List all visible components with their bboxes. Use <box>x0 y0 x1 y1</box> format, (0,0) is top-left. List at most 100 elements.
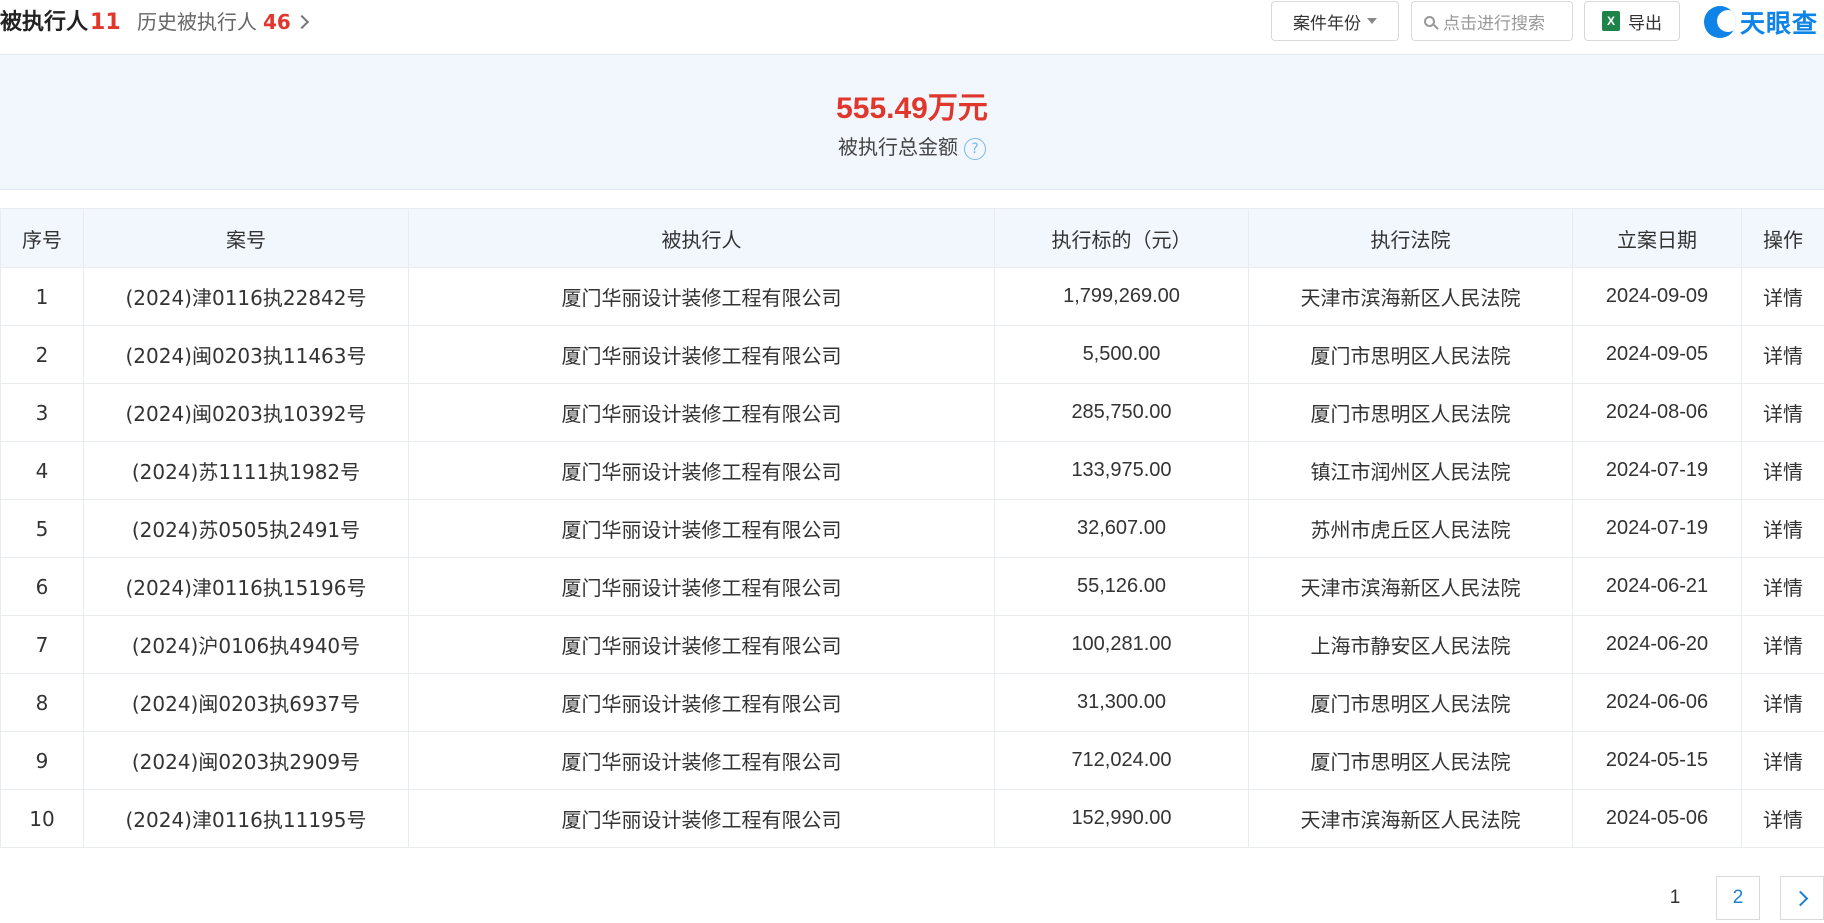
table-row: 4 (2024)苏1111执1982号 厦门华丽设计装修工程有限公司 133,975.… <box>0 441 1824 500</box>
details-link[interactable]: 详情 <box>1741 267 1824 326</box>
party-name-link[interactable]: 厦门华丽设计装修工程有限公司 <box>408 267 995 326</box>
party-name-link[interactable]: 厦门华丽设计装修工程有限公司 <box>408 499 995 558</box>
amount-cell: 712,024.00 <box>994 731 1249 790</box>
amount-cell: 55,126.00 <box>994 557 1249 616</box>
filing-date-cell: 2024-07-19 <box>1572 441 1742 500</box>
export-label: 导出 <box>1628 13 1662 34</box>
filing-date-cell: 2024-06-06 <box>1572 673 1742 732</box>
amount-cell: 100,281.00 <box>994 615 1249 674</box>
column-header-court: 执行法院 <box>1248 208 1573 268</box>
case-number-link[interactable]: (2024)闽0203执11463号 <box>83 325 409 384</box>
party-name-link[interactable]: 厦门华丽设计装修工程有限公司 <box>408 325 995 384</box>
details-link[interactable]: 详情 <box>1741 383 1824 442</box>
case-number-link[interactable]: (2024)沪0106执4940号 <box>83 615 409 674</box>
details-link[interactable]: 详情 <box>1741 789 1824 848</box>
amount-cell: 32,607.00 <box>994 499 1249 558</box>
case-number-link[interactable]: (2024)苏0505执2491号 <box>83 499 409 558</box>
details-link[interactable]: 详情 <box>1741 441 1824 500</box>
year-filter-label: 案件年份 <box>1293 13 1361 34</box>
details-link[interactable]: 详情 <box>1741 557 1824 616</box>
filing-date-cell: 2024-06-21 <box>1572 557 1742 616</box>
search-input[interactable]: 点击进行搜索 <box>1411 1 1573 41</box>
history-label: 历史被执行人 <box>137 10 257 34</box>
export-button[interactable]: X 导出 <box>1584 1 1680 41</box>
history-link[interactable]: 历史被执行人 46 <box>137 6 309 35</box>
total-amount-label: 被执行总金额 <box>838 135 958 159</box>
party-name-link[interactable]: 厦门华丽设计装修工程有限公司 <box>408 789 995 848</box>
filing-date-cell: 2024-07-19 <box>1572 499 1742 558</box>
table-row: 8 (2024)闽0203执6937号 厦门华丽设计装修工程有限公司 31,300.0… <box>0 673 1824 732</box>
court-cell: 厦门市思明区人民法院 <box>1248 673 1573 732</box>
filing-date-cell: 2024-08-06 <box>1572 383 1742 442</box>
total-amount: 555.49万元 <box>836 92 988 125</box>
court-cell: 镇江市润州区人民法院 <box>1248 441 1573 500</box>
row-index: 4 <box>0 441 84 500</box>
column-header-party: 被执行人 <box>408 208 995 268</box>
column-header-action: 操作 <box>1741 208 1824 268</box>
case-number-link[interactable]: (2024)津0116执22842号 <box>83 267 409 326</box>
search-icon <box>1424 15 1435 27</box>
page-title[interactable]: 被执行人11 <box>0 4 121 36</box>
page-2-button[interactable]: 2 <box>1716 876 1760 920</box>
party-name-link[interactable]: 厦门华丽设计装修工程有限公司 <box>408 673 995 732</box>
chevron-right-icon <box>1792 890 1808 906</box>
page-title-count: 11 <box>90 10 121 35</box>
case-number-link[interactable]: (2024)闽0203执2909号 <box>83 731 409 790</box>
filing-date-cell: 2024-06-20 <box>1572 615 1742 674</box>
details-link[interactable]: 详情 <box>1741 499 1824 558</box>
toolbar: 被执行人11 历史被执行人 46 案件年份 点击进行搜索 X 导出 天眼查 <box>0 0 1824 54</box>
amount-cell: 152,990.00 <box>994 789 1249 848</box>
column-header-date: 立案日期 <box>1572 208 1742 268</box>
row-index: 7 <box>0 615 84 674</box>
details-link[interactable]: 详情 <box>1741 325 1824 384</box>
brand-logo-icon <box>1704 6 1736 38</box>
next-page-button[interactable] <box>1780 876 1824 920</box>
case-number-link[interactable]: (2024)津0116执15196号 <box>83 557 409 616</box>
party-name-link[interactable]: 厦门华丽设计装修工程有限公司 <box>408 383 995 442</box>
search-placeholder: 点击进行搜索 <box>1443 13 1545 34</box>
row-index: 1 <box>0 267 84 326</box>
amount-cell: 5,500.00 <box>994 325 1249 384</box>
court-cell: 苏州市虎丘区人民法院 <box>1248 499 1573 558</box>
party-name-link[interactable]: 厦门华丽设计装修工程有限公司 <box>408 615 995 674</box>
amount-cell: 31,300.00 <box>994 673 1249 732</box>
details-link[interactable]: 详情 <box>1741 615 1824 674</box>
court-cell: 厦门市思明区人民法院 <box>1248 731 1573 790</box>
help-icon[interactable]: ? <box>964 138 986 160</box>
court-cell: 天津市滨海新区人民法院 <box>1248 789 1573 848</box>
table-row: 6 (2024)津0116执15196号 厦门华丽设计装修工程有限公司 55,126.… <box>0 557 1824 616</box>
brand-name: 天眼查 <box>1740 9 1819 38</box>
court-cell: 厦门市思明区人民法院 <box>1248 383 1573 442</box>
chevron-right-icon <box>294 14 309 30</box>
filing-date-cell: 2024-05-15 <box>1572 731 1742 790</box>
column-header-index: 序号 <box>0 208 84 268</box>
court-cell: 天津市滨海新区人民法院 <box>1248 267 1573 326</box>
row-index: 10 <box>0 789 84 848</box>
column-header-amount: 执行标的（元） <box>994 208 1249 268</box>
case-number-link[interactable]: (2024)苏1111执1982号 <box>83 441 409 500</box>
year-filter-dropdown[interactable]: 案件年份 <box>1271 1 1399 41</box>
details-link[interactable]: 详情 <box>1741 731 1824 790</box>
table-row: 5 (2024)苏0505执2491号 厦门华丽设计装修工程有限公司 32,607.0… <box>0 499 1824 558</box>
summary-panel: 555.49万元 被执行总金额? <box>0 54 1824 190</box>
row-index: 6 <box>0 557 84 616</box>
history-count: 46 <box>263 10 291 34</box>
party-name-link[interactable]: 厦门华丽设计装修工程有限公司 <box>408 557 995 616</box>
table-row: 10 (2024)津0116执11195号 厦门华丽设计装修工程有限公司 152,99… <box>0 789 1824 848</box>
amount-cell: 285,750.00 <box>994 383 1249 442</box>
court-cell: 上海市静安区人民法院 <box>1248 615 1573 674</box>
case-number-link[interactable]: (2024)闽0203执6937号 <box>83 673 409 732</box>
case-number-link[interactable]: (2024)津0116执11195号 <box>83 789 409 848</box>
party-name-link[interactable]: 厦门华丽设计装修工程有限公司 <box>408 731 995 790</box>
amount-cell: 133,975.00 <box>994 441 1249 500</box>
row-index: 3 <box>0 383 84 442</box>
enforcement-table: 序号 案号 被执行人 执行标的（元） 执行法院 立案日期 操作 1 (2024)津… <box>0 208 1824 848</box>
case-number-link[interactable]: (2024)闽0203执10392号 <box>83 383 409 442</box>
brand-logo: 天眼查 <box>1704 4 1818 40</box>
excel-icon: X <box>1602 11 1620 31</box>
column-header-case-no: 案号 <box>83 208 409 268</box>
details-link[interactable]: 详情 <box>1741 673 1824 732</box>
page-1-button[interactable]: 1 <box>1657 876 1693 920</box>
party-name-link[interactable]: 厦门华丽设计装修工程有限公司 <box>408 441 995 500</box>
row-index: 5 <box>0 499 84 558</box>
